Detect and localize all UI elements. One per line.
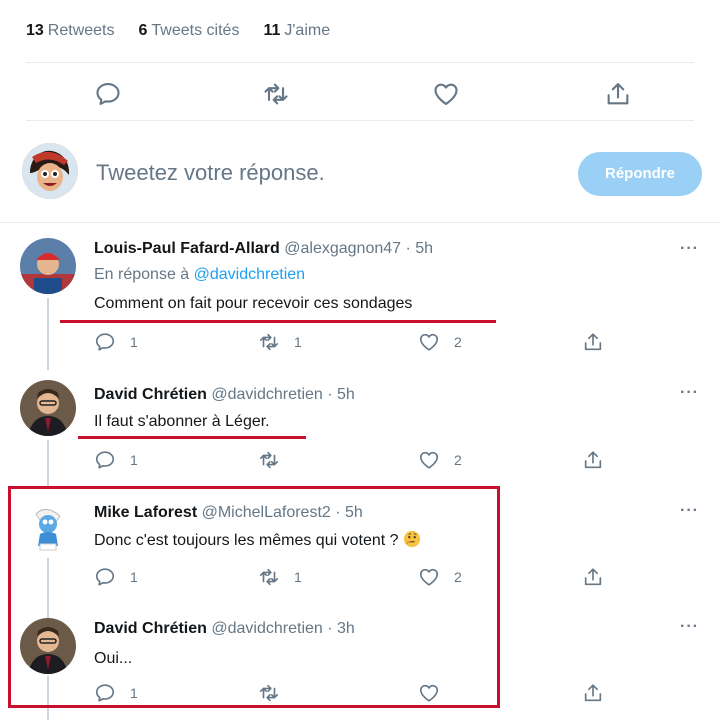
like-action[interactable]: 2 bbox=[418, 449, 462, 471]
tweet-header: David Chrétien @davidchretien · 5h bbox=[94, 386, 355, 404]
reply-context: En réponse à @davidchretien bbox=[94, 266, 305, 284]
highlight-box bbox=[8, 486, 500, 708]
divider bbox=[26, 62, 694, 63]
avatar[interactable] bbox=[20, 238, 76, 294]
like-icon bbox=[418, 331, 440, 353]
like-icon bbox=[418, 449, 440, 471]
quotes-label: Tweets cités bbox=[151, 22, 240, 39]
retweets-count: 13 bbox=[26, 22, 44, 39]
reply-icon[interactable] bbox=[94, 80, 122, 108]
quotes-count: 6 bbox=[138, 22, 148, 39]
share-icon bbox=[582, 682, 604, 704]
more-icon[interactable]: ··· bbox=[680, 384, 699, 402]
highlight-underline bbox=[60, 320, 496, 323]
avatar[interactable] bbox=[20, 380, 76, 436]
display-name[interactable]: David Chrétien bbox=[94, 386, 207, 403]
like-count: 2 bbox=[454, 452, 462, 468]
retweet-count: 1 bbox=[294, 334, 302, 350]
share-action[interactable] bbox=[582, 682, 604, 704]
share-icon[interactable] bbox=[604, 80, 632, 108]
reply-count: 1 bbox=[130, 452, 138, 468]
divider bbox=[26, 120, 694, 121]
share-icon bbox=[582, 449, 604, 471]
mention-link[interactable]: @davidchretien bbox=[194, 266, 305, 283]
reply-action[interactable]: 1 bbox=[94, 331, 138, 353]
likes-stat[interactable]: 11 J'aime bbox=[263, 22, 330, 40]
tweet-text: Comment on fait pour recevoir ces sondag… bbox=[94, 295, 413, 312]
tweet-text: Il faut s'abonner à Léger. bbox=[94, 413, 270, 430]
reply-icon bbox=[94, 331, 116, 353]
share-action[interactable] bbox=[582, 449, 604, 471]
reply-input[interactable]: Tweetez votre réponse. bbox=[96, 160, 325, 186]
retweet-icon bbox=[258, 449, 280, 471]
share-action[interactable] bbox=[582, 566, 604, 588]
retweets-label: Retweets bbox=[47, 22, 115, 39]
retweet-action[interactable] bbox=[258, 449, 294, 471]
reply-count: 1 bbox=[130, 334, 138, 350]
user-avatar bbox=[22, 143, 78, 199]
main-tweet-actions bbox=[0, 72, 720, 116]
retweet-action[interactable]: 1 bbox=[258, 331, 302, 353]
quotes-stat[interactable]: 6 Tweets cités bbox=[139, 22, 240, 40]
reply-tweet[interactable]: Louis-Paul Fafard-Allard @alexgagnon47 ·… bbox=[0, 230, 720, 362]
more-icon[interactable]: ··· bbox=[680, 502, 699, 520]
more-icon[interactable]: ··· bbox=[680, 240, 699, 258]
likes-count: 11 bbox=[263, 22, 281, 39]
tweet-header: Louis-Paul Fafard-Allard @alexgagnon47 ·… bbox=[94, 240, 433, 258]
share-action[interactable] bbox=[582, 331, 604, 353]
display-name[interactable]: Louis-Paul Fafard-Allard bbox=[94, 240, 280, 257]
highlight-underline bbox=[78, 436, 306, 439]
reply-button[interactable]: Répondre bbox=[578, 152, 702, 196]
reply-prefix: En réponse à bbox=[94, 266, 190, 283]
divider bbox=[0, 222, 720, 223]
like-icon[interactable] bbox=[432, 80, 460, 108]
retweets-stat[interactable]: 13 Retweets bbox=[26, 22, 115, 40]
retweet-icon[interactable] bbox=[262, 80, 290, 108]
engagement-stats: 13 Retweets 6 Tweets cités 11 J'aime bbox=[26, 22, 330, 40]
likes-label: J'aime bbox=[284, 22, 331, 39]
reply-icon bbox=[94, 449, 116, 471]
handle[interactable]: @davidchretien · 5h bbox=[211, 386, 354, 403]
share-icon bbox=[582, 566, 604, 588]
reply-tweet[interactable]: David Chrétien @davidchretien · 5h Il fa… bbox=[0, 372, 720, 482]
reply-action[interactable]: 1 bbox=[94, 449, 138, 471]
handle[interactable]: @alexgagnon47 · 5h bbox=[284, 240, 433, 257]
more-icon[interactable]: ··· bbox=[680, 618, 699, 636]
retweet-icon bbox=[258, 331, 280, 353]
share-icon bbox=[582, 331, 604, 353]
like-action[interactable]: 2 bbox=[418, 331, 462, 353]
like-count: 2 bbox=[454, 334, 462, 350]
